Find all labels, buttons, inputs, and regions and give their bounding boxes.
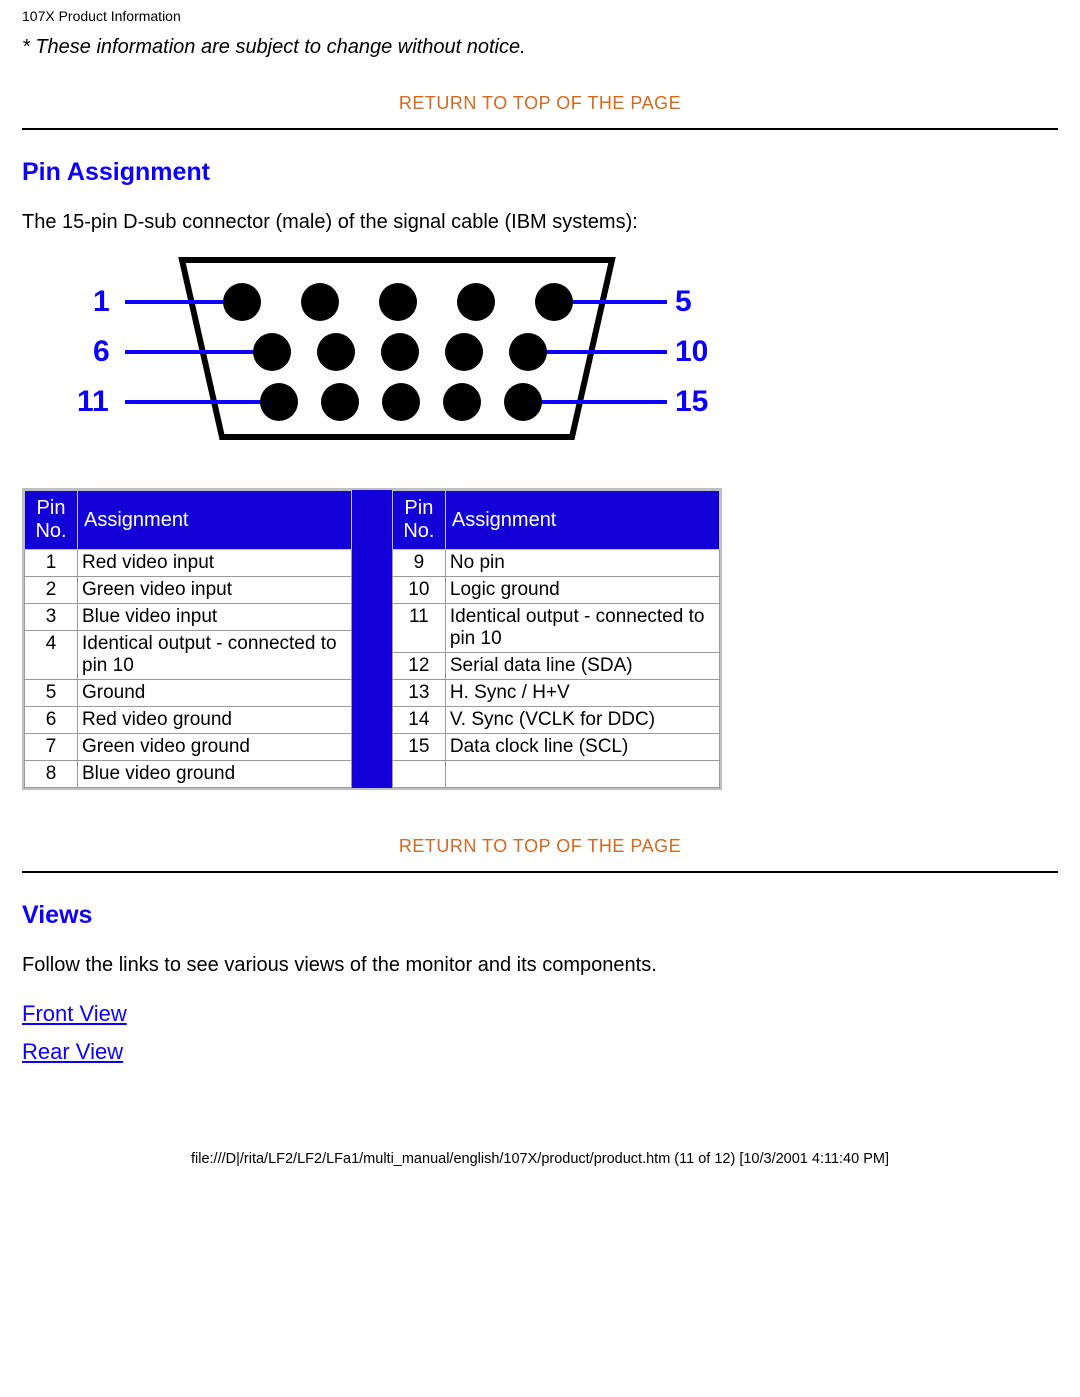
dsub-label-10: 10	[675, 335, 708, 369]
dsub-label-15: 15	[675, 385, 708, 419]
table-row: 1Red video input	[25, 550, 352, 577]
pin-assignment: Identical output - connected to pin 10	[78, 631, 352, 680]
pin-assignment: Blue video input	[78, 604, 352, 631]
table-header-pin: Pin No.	[25, 491, 78, 550]
pin-assignment-table: Pin No. Assignment 1Red video input2Gree…	[22, 488, 722, 790]
views-desc: Follow the links to see various views of…	[22, 954, 1058, 977]
pin-assignment	[445, 761, 719, 788]
table-gap	[352, 490, 392, 788]
pin-assignment: Serial data line (SDA)	[445, 653, 719, 680]
table-row: 15Data clock line (SCL)	[392, 734, 719, 761]
pin-table-right: Pin No. Assignment 9No pin10Logic ground…	[392, 490, 720, 788]
pin-table-left: Pin No. Assignment 1Red video input2Gree…	[24, 490, 352, 788]
pin-assignment: Identical output - connected to pin 10	[445, 604, 719, 653]
pin-number: 9	[392, 550, 445, 577]
pin-assignment: Red video ground	[78, 707, 352, 734]
pin-number: 12	[392, 653, 445, 680]
pin-number: 4	[25, 631, 78, 680]
section-title-pin-assignment: Pin Assignment	[22, 158, 1058, 187]
change-notice: * These information are subject to chang…	[22, 36, 1058, 59]
rear-view-link[interactable]: Rear View	[22, 1039, 123, 1065]
dsub-connector-icon	[77, 252, 717, 452]
table-row: 12Serial data line (SDA)	[392, 653, 719, 680]
pin-assignment: Logic ground	[445, 577, 719, 604]
pin-assignment-desc: The 15-pin D-sub connector (male) of the…	[22, 211, 1058, 234]
table-row: 11Identical output - connected to pin 10	[392, 604, 719, 653]
dsub-label-5: 5	[675, 285, 692, 319]
table-row: 13H. Sync / H+V	[392, 680, 719, 707]
return-to-top-link-1[interactable]: RETURN TO TOP OF THE PAGE	[22, 93, 1058, 114]
pin-number: 10	[392, 577, 445, 604]
pin-number: 1	[25, 550, 78, 577]
pin-number: 7	[25, 734, 78, 761]
pin-assignment: Data clock line (SCL)	[445, 734, 719, 761]
pin-number: 15	[392, 734, 445, 761]
pin-assignment: Red video input	[78, 550, 352, 577]
pin-number	[392, 761, 445, 788]
table-row: 14V. Sync (VCLK for DDC)	[392, 707, 719, 734]
footer-path: file:///D|/rita/LF2/LF2/LFa1/multi_manua…	[22, 1151, 1058, 1167]
table-row: 3Blue video input	[25, 604, 352, 631]
table-row	[392, 761, 719, 788]
table-header-assign: Assignment	[445, 491, 719, 550]
pin-number: 8	[25, 761, 78, 788]
divider	[22, 128, 1058, 130]
pin-assignment: No pin	[445, 550, 719, 577]
table-header-pin: Pin No.	[392, 491, 445, 550]
pin-number: 13	[392, 680, 445, 707]
table-row: 4Identical output - connected to pin 10	[25, 631, 352, 680]
pin-assignment: Blue video ground	[78, 761, 352, 788]
table-row: 10Logic ground	[392, 577, 719, 604]
pin-number: 5	[25, 680, 78, 707]
dsub-label-1: 1	[93, 285, 110, 319]
table-row: 5Ground	[25, 680, 352, 707]
pin-number: 11	[392, 604, 445, 653]
front-view-link[interactable]: Front View	[22, 1001, 127, 1027]
pin-number: 2	[25, 577, 78, 604]
table-row: 2Green video input	[25, 577, 352, 604]
pin-assignment: Green video ground	[78, 734, 352, 761]
dsub-label-11: 11	[77, 385, 109, 419]
page-title-small: 107X Product Information	[22, 8, 1058, 24]
pin-number: 14	[392, 707, 445, 734]
pin-number: 3	[25, 604, 78, 631]
dsub-label-6: 6	[93, 335, 110, 369]
table-header-assign: Assignment	[78, 491, 352, 550]
dsub-connector-diagram: 1 5 6 10 11 15	[77, 252, 717, 452]
divider	[22, 871, 1058, 873]
pin-assignment: Ground	[78, 680, 352, 707]
pin-assignment: H. Sync / H+V	[445, 680, 719, 707]
table-row: 9No pin	[392, 550, 719, 577]
return-to-top-link-2[interactable]: RETURN TO TOP OF THE PAGE	[22, 836, 1058, 857]
pin-number: 6	[25, 707, 78, 734]
table-row: 8Blue video ground	[25, 761, 352, 788]
pin-assignment: V. Sync (VCLK for DDC)	[445, 707, 719, 734]
section-title-views: Views	[22, 901, 1058, 930]
pin-assignment: Green video input	[78, 577, 352, 604]
table-row: 7Green video ground	[25, 734, 352, 761]
table-row: 6Red video ground	[25, 707, 352, 734]
